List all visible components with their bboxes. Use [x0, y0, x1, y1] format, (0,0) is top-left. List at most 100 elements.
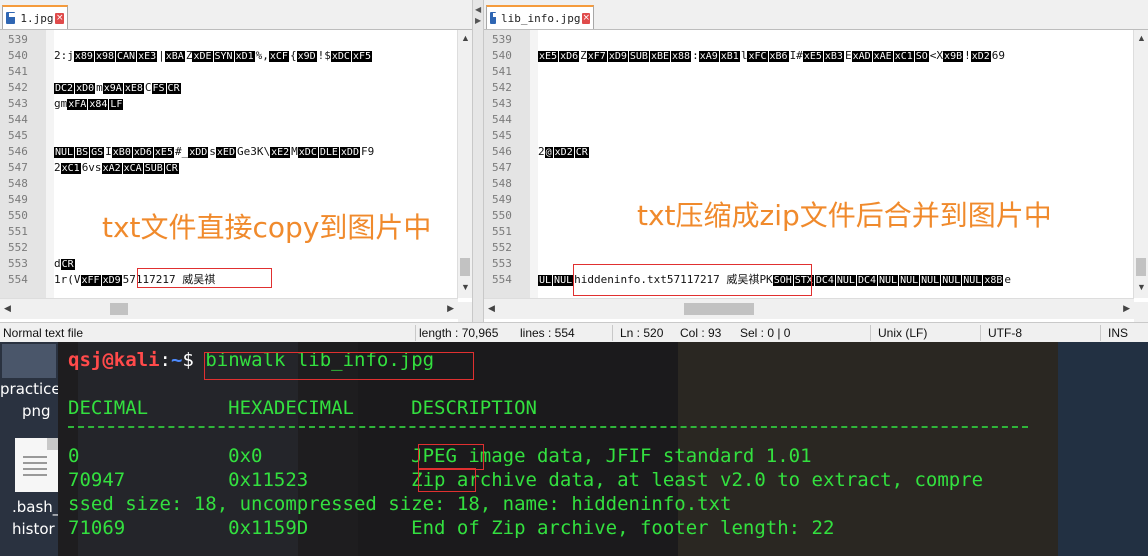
left-editor[interactable]: 539 540 2:jx89 x98 CAN xE3 |xBA ZxDE SYN xD1 %,xCF… — [0, 30, 472, 298]
code-line: 548 — [484, 176, 1134, 192]
text-token: C — [144, 81, 152, 94]
left-tab-bar: 1.jpg × — [0, 0, 472, 30]
text-token: 2 — [54, 161, 61, 174]
control-char-token: xDC — [297, 147, 318, 158]
splitter-arrow-icon[interactable]: ◀ — [475, 5, 481, 14]
prompt-separator: : — [159, 349, 171, 371]
close-tab-icon[interactable]: × — [55, 12, 64, 24]
code-line: 540 xE5 xD6 ZxF7 xD9 SUB xBE x88:xA9 xB1 lxFC xB6 I… — [484, 48, 1134, 64]
horizontal-scrollbar[interactable]: ◀ ▶ — [484, 298, 1134, 319]
code-line: 539 — [0, 32, 458, 48]
line-text: NUL BS GS IxB0 xD6 xE5 #_xDD sxED Ge3K\xE2 MxDC DL… — [54, 144, 374, 161]
scroll-thumb[interactable] — [460, 258, 470, 276]
line-number: 548 — [492, 177, 512, 190]
control-char-token: xC1 — [60, 163, 81, 174]
doc-length: length : 70,965 — [419, 326, 499, 340]
text-token: E — [844, 49, 852, 62]
line-number: 552 — [492, 241, 512, 254]
desktop-icon-label[interactable]: png — [22, 402, 51, 420]
control-char-token: xA9 — [698, 51, 719, 62]
line-number: 551 — [8, 225, 28, 238]
hscroll-thumb[interactable] — [110, 303, 128, 315]
code-line: 543 gmxFA x84 LF — [0, 96, 458, 112]
tab-label: 1.jpg — [20, 11, 54, 25]
code-line: 543 — [484, 96, 1134, 112]
practice-png-thumbnail[interactable] — [2, 344, 56, 378]
control-char-token: DLE — [318, 147, 339, 158]
code-line: 541 — [0, 64, 458, 80]
control-char-token: xFF — [80, 275, 101, 286]
control-char-token: xF5 — [351, 51, 372, 62]
left-editor-pane: 1.jpg × 539 540 2:jx89 x98 CAN xE3 |xBA ZxDE SYN… — [0, 0, 472, 322]
line-number: 541 — [492, 65, 512, 78]
control-char-token: DC4 — [856, 275, 877, 286]
tab-1-jpg[interactable]: 1.jpg × — [2, 5, 68, 29]
line-number: 542 — [8, 81, 28, 94]
right-editor[interactable]: 539 540 xE5 xD6 ZxF7 xD9 SUB xBE x88:xA9 xB1 lxFC x… — [484, 30, 1148, 298]
encoding[interactable]: UTF-8 — [988, 323, 1022, 343]
text-file-icon[interactable] — [15, 438, 59, 492]
scroll-down-icon[interactable]: ▼ — [461, 282, 470, 292]
right-tab-bar: lib_info.jpg × — [484, 0, 1148, 30]
line-number: 547 — [492, 161, 512, 174]
scroll-right-icon[interactable]: ▶ — [447, 303, 454, 314]
eol-format[interactable]: Unix (LF) — [878, 323, 927, 343]
code-line: 546 2@ xD2 CR — [484, 144, 1134, 160]
highlight-box-jpeg — [418, 444, 484, 470]
scroll-right-icon[interactable]: ▶ — [1123, 303, 1130, 314]
line-number: 543 — [492, 97, 512, 110]
splitter-arrow-icon[interactable]: ▶ — [475, 16, 481, 25]
scroll-left-icon[interactable]: ◀ — [488, 303, 495, 314]
text-token: M — [291, 145, 298, 158]
line-number: 539 — [8, 33, 28, 46]
control-char-token: xBE — [649, 51, 670, 62]
doc-lines: lines : 554 — [520, 326, 575, 340]
scroll-down-icon[interactable]: ▼ — [1137, 282, 1146, 292]
control-char-token: x98 — [94, 51, 115, 62]
control-char-token: LF — [109, 99, 124, 110]
desktop-icon-label[interactable]: practice — [0, 380, 61, 398]
line-number: 540 — [492, 49, 512, 62]
text-token: I — [105, 145, 112, 158]
code-line: 544 — [0, 112, 458, 128]
text-token: 2 — [538, 145, 545, 158]
text-token: gm — [54, 97, 68, 110]
file-type: Normal text file — [3, 326, 84, 340]
control-char-token: NUL — [920, 275, 941, 286]
tab-lib-info-jpg[interactable]: lib_info.jpg × — [486, 5, 594, 29]
desktop-icon-label[interactable]: histor — [12, 520, 55, 538]
control-char-token: CR — [60, 259, 75, 270]
control-char-token: xE5 — [153, 147, 174, 158]
control-char-token: xD0 — [75, 83, 96, 94]
scroll-thumb[interactable] — [1136, 258, 1146, 276]
line-number: 544 — [8, 113, 28, 126]
scroll-up-icon[interactable]: ▲ — [1137, 33, 1146, 43]
desktop-icon-label[interactable]: .bash_ — [12, 498, 60, 516]
text-token: Z — [580, 49, 587, 62]
scroll-left-icon[interactable]: ◀ — [4, 303, 11, 314]
cursor-column: Col : 93 — [680, 326, 722, 340]
control-char-token: xD2 — [970, 51, 991, 62]
line-number: 539 — [492, 33, 512, 46]
terminal-output-row: 71069 0x1159D End of Zip archive, footer… — [68, 517, 835, 539]
terminal-window[interactable]: qsj@kali:~$ binwalk lib_info.jpg DECIMAL… — [58, 342, 1058, 556]
control-char-token: xD2 — [553, 147, 574, 158]
pane-splitter[interactable]: ◀ ▶ — [472, 0, 484, 322]
control-char-token: xB3 — [823, 51, 844, 62]
line-number: 549 — [8, 193, 28, 206]
control-char-token: x9D — [296, 51, 317, 62]
scroll-up-icon[interactable]: ▲ — [461, 33, 470, 43]
line-number: 543 — [8, 97, 28, 110]
hscroll-thumb[interactable] — [684, 303, 754, 315]
control-char-token: xAE — [872, 51, 893, 62]
vertical-scrollbar[interactable]: ▲ ▼ — [457, 30, 472, 298]
line-number: 553 — [8, 257, 28, 270]
close-tab-icon[interactable]: × — [582, 12, 590, 24]
vertical-scrollbar[interactable]: ▲ ▼ — [1133, 30, 1148, 298]
horizontal-scrollbar[interactable]: ◀ ▶ — [0, 298, 458, 319]
line-number: 541 — [8, 65, 28, 78]
save-icon — [6, 12, 16, 24]
control-char-token: xE3 — [137, 51, 158, 62]
save-icon — [490, 12, 499, 24]
text-token: %, — [255, 49, 269, 62]
